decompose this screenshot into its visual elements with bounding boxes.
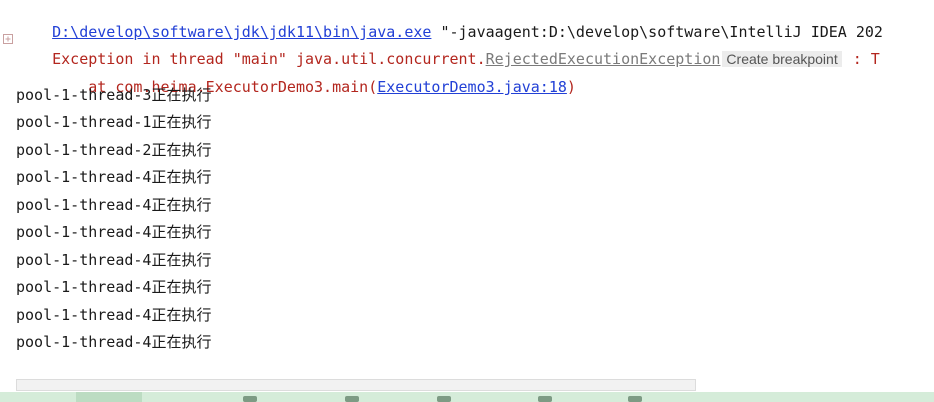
source-link[interactable]: ExecutorDemo3.java:18 (377, 78, 567, 96)
exception-suffix: : T (843, 50, 880, 68)
output-line: pool-1-thread-4正在执行 (16, 306, 212, 324)
output-line: pool-1-thread-1正在执行 (16, 113, 212, 131)
console-output: D:\develop\software\jdk\jdk11\bin\java.e… (0, 0, 934, 380)
output-line: pool-1-thread-4正在执行 (16, 223, 212, 241)
output-line: pool-1-thread-4正在执行 (16, 168, 212, 186)
toolbar-icon[interactable] (538, 396, 552, 402)
output-line: pool-1-thread-3正在执行 (16, 86, 212, 104)
create-breakpoint-button[interactable]: Create breakpoint (722, 51, 842, 67)
toolbar-icon[interactable] (243, 396, 257, 402)
output-line: pool-1-thread-4正在执行 (16, 333, 212, 351)
output-line: pool-1-thread-4正在执行 (16, 278, 212, 296)
output-line: pool-1-thread-4正在执行 (16, 251, 212, 269)
bottom-tab-active[interactable] (76, 392, 142, 402)
output-line: pool-1-thread-2正在执行 (16, 141, 212, 159)
horizontal-scrollbar[interactable] (16, 379, 696, 391)
output-line: pool-1-thread-4正在执行 (16, 196, 212, 214)
command-line: D:\develop\software\jdk\jdk11\bin\java.e… (16, 2, 883, 41)
toolbar-icon[interactable] (345, 396, 359, 402)
fold-icon[interactable] (3, 34, 13, 44)
toolbar-icon[interactable] (437, 396, 451, 402)
exception-line: Exception in thread "main" java.util.con… (16, 29, 880, 68)
stack-suffix: ) (566, 78, 576, 96)
stack-trace-line: at com.heima.ExecutorDemo3.main(Executor… (16, 57, 576, 96)
toolbar-icon[interactable] (628, 396, 642, 402)
